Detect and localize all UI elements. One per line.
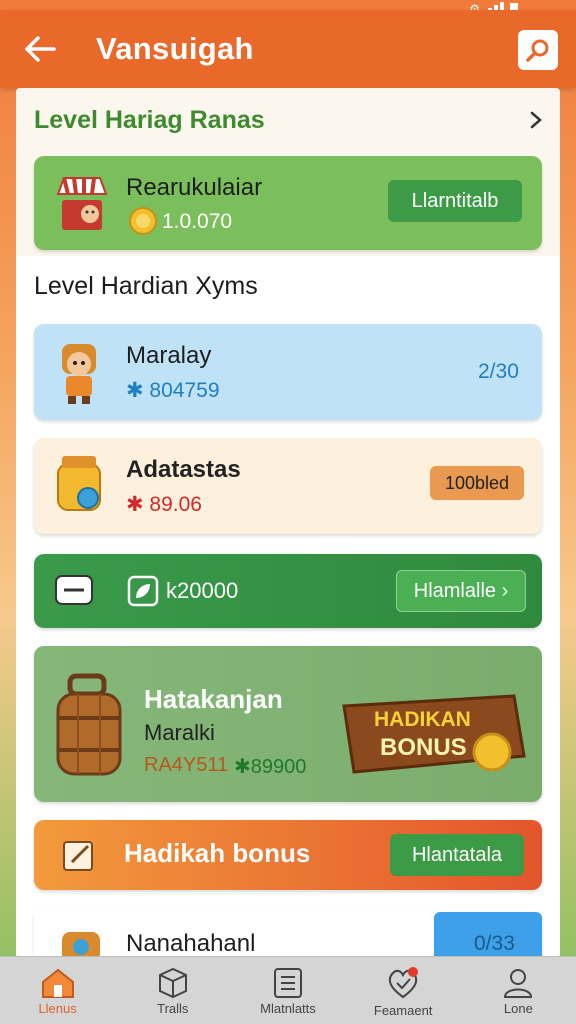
- list-icon: [273, 968, 302, 998]
- section-title: Level Hariag Ranas: [34, 105, 265, 134]
- back-button[interactable]: [18, 27, 62, 71]
- bottom-navigation: Llenus Tralls Mlatnlatts Feamaent Lone: [0, 956, 576, 1024]
- section-header[interactable]: Level Hariag Ranas: [34, 102, 544, 138]
- list-item[interactable]: k20000 Hlamlalle ›: [34, 554, 542, 628]
- coin-icon: [128, 206, 158, 236]
- ticket-icon: [52, 570, 96, 610]
- edit-note-icon: [60, 836, 98, 874]
- arrow-left-icon: [25, 36, 56, 62]
- nav-feamaent[interactable]: Feamaent: [346, 957, 461, 1024]
- camera-icon: [56, 920, 106, 958]
- chevron-right-icon: [530, 111, 542, 129]
- nav-home[interactable]: Llenus: [0, 957, 115, 1024]
- item-name: Maralay: [126, 342, 212, 369]
- leaf-icon: [126, 574, 160, 608]
- box-icon: [158, 967, 187, 999]
- claim-button[interactable]: Hlamlalle ›: [396, 570, 526, 612]
- bonus-row[interactable]: Hadikah bonus Hlantatala: [34, 820, 542, 890]
- nav-label: Tralls: [157, 1001, 189, 1016]
- bonus-badge-line2: BONUS: [380, 734, 467, 761]
- bonus-value-a: RA4Y511: [144, 754, 229, 776]
- item-value: k20000: [166, 578, 239, 603]
- bonus-title: Hatakanjan: [144, 684, 283, 714]
- item-value: ✱ 89.06: [126, 493, 202, 516]
- barrel-icon: [44, 672, 134, 782]
- page-title: Vansuigah: [96, 31, 254, 66]
- robot-character-icon: [48, 336, 110, 408]
- list-item[interactable]: Maralay ✱ 804759 2/30: [34, 324, 542, 420]
- item-name: Nanahahanl: [126, 930, 256, 957]
- item-name: Adatastas: [126, 456, 241, 483]
- item-name: Rearukulaiar: [126, 174, 263, 201]
- shop-icon: [52, 170, 112, 236]
- bonus-badge-line1: HADIKAN: [374, 708, 471, 731]
- level-button[interactable]: 100bled: [430, 466, 524, 500]
- item-progress: 2/30: [478, 360, 519, 383]
- list-item[interactable]: Rearukulaiar 1.0.070 Llarntitalb: [34, 156, 542, 250]
- nav-list[interactable]: Mlatnlatts: [230, 957, 345, 1024]
- claim-button[interactable]: Llarntitalb: [388, 180, 522, 222]
- bonus-card[interactable]: Hatakanjan Maralki RA4Y511 ✱89900 HADIKA…: [34, 646, 542, 802]
- section-subtitle: Level Hardian Xyms: [34, 272, 258, 300]
- treasure-jar-icon: [48, 450, 110, 520]
- nav-tralls[interactable]: Tralls: [115, 957, 230, 1024]
- item-value: 1.0.070: [162, 210, 233, 233]
- nav-label: Mlatnlatts: [260, 1001, 316, 1016]
- item-value: ✱ 804759: [126, 379, 220, 402]
- main-panel: Level Hariag Ranas Rearukulaiar 1.0.070 …: [16, 88, 560, 958]
- nav-label: Feamaent: [373, 1003, 433, 1018]
- search-icon: [526, 39, 549, 62]
- bonus-value-b: ✱89900: [234, 756, 307, 778]
- bonus-banner-icon: [324, 676, 530, 788]
- bonus-subtitle: Maralki: [144, 720, 215, 745]
- item-progress: 0/33: [474, 932, 515, 955]
- nav-label: Llenus: [38, 1001, 77, 1016]
- list-item[interactable]: Nanahahanl 0/33: [34, 908, 542, 958]
- user-icon: [504, 969, 533, 998]
- nav-profile[interactable]: Lone: [461, 957, 576, 1024]
- heart-check-icon: [388, 967, 419, 999]
- search-button[interactable]: [518, 30, 558, 70]
- claim-button[interactable]: Hlantatala: [390, 834, 524, 876]
- bonus-label: Hadikah bonus: [124, 838, 311, 868]
- nav-label: Lone: [503, 1001, 533, 1016]
- list-item[interactable]: Adatastas ✱ 89.06 100bled: [34, 438, 542, 534]
- home-icon: [41, 968, 74, 998]
- app-bar: Vansuigah: [0, 10, 576, 88]
